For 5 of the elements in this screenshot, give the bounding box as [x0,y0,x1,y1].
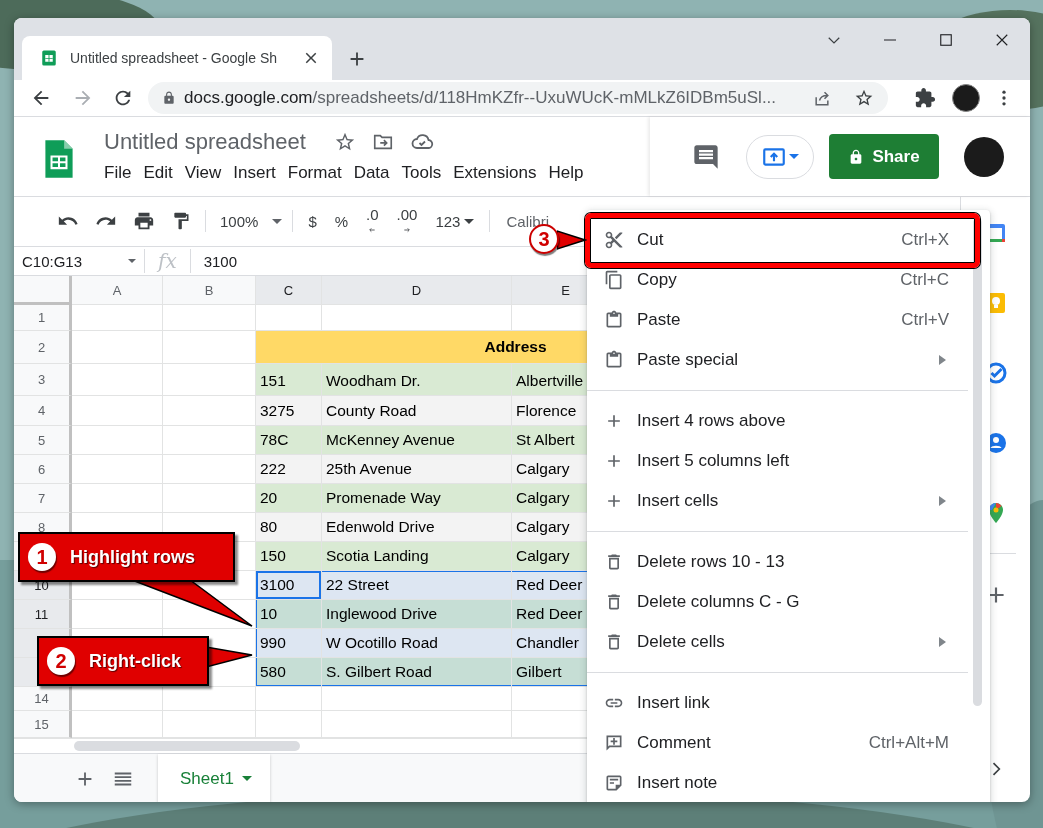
step-badge: 1 [28,543,56,571]
step-badge: 2 [47,647,75,675]
function-label: fx [144,249,191,274]
callout-text: Highlight rows [70,546,195,568]
callout-text: Right-click [89,650,181,672]
